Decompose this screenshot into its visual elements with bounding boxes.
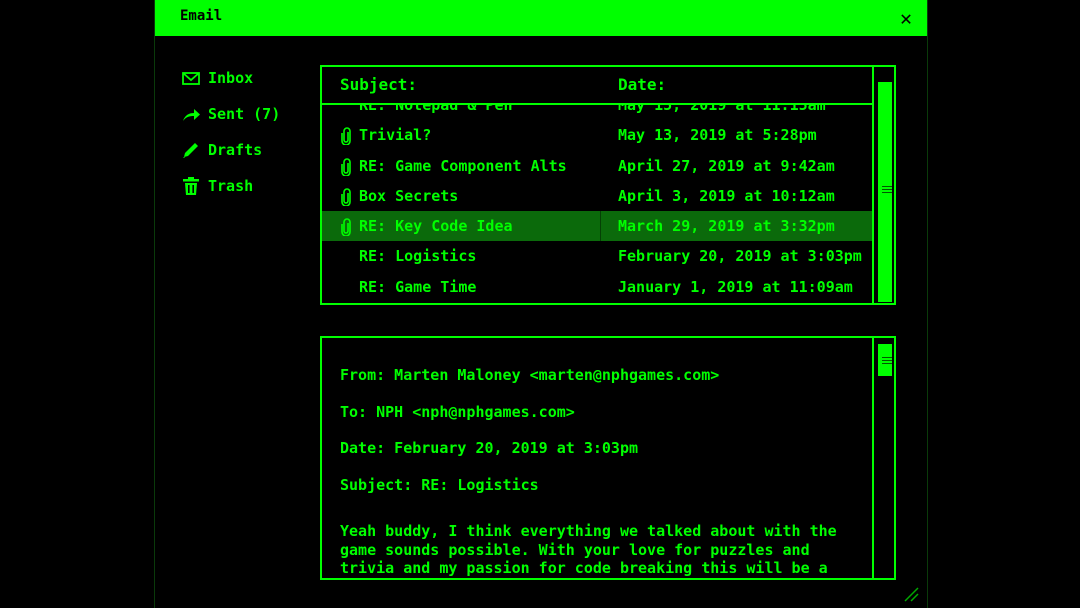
message-scrollbar[interactable] [872, 338, 894, 578]
sidebar-item-trash[interactable]: Trash [181, 168, 321, 204]
email-subject: Box Secrets [359, 186, 459, 205]
sidebar-item-label: Inbox [208, 69, 254, 87]
email-subject: RE: Logistics [359, 247, 477, 266]
sidebar-item-label: Sent (7) [208, 105, 281, 123]
message-preview: From: Marten Maloney <marten@nphgames.co… [320, 336, 896, 580]
grip-line [882, 363, 892, 364]
sidebar-item-label: Drafts [208, 141, 263, 159]
close-icon[interactable]: ✕ [895, 7, 917, 29]
email-list: Subject: Date: RE: Notepad & Pen May 15,… [320, 65, 896, 305]
subject-column-header[interactable]: Subject: [340, 75, 417, 94]
paperclip-icon [341, 188, 351, 206]
sidebar: Inbox Sent (7) Drafts Trash [181, 60, 321, 204]
sidebar-item-label: Trash [208, 177, 254, 195]
email-rows: RE: Notepad & Pen May 15, 2019 at 11:15a… [322, 90, 872, 302]
pencil-icon [183, 143, 198, 158]
list-scrollbar[interactable] [872, 67, 894, 303]
grip-line [882, 357, 892, 358]
message-scrollbar-thumb[interactable] [878, 344, 892, 376]
list-scrollbar-thumb[interactable] [878, 82, 892, 302]
date-column-header[interactable]: Date: [618, 75, 666, 94]
table-row-selected[interactable]: RE: Key Code Idea March 29, 2019 at 3:32… [322, 211, 872, 242]
email-subject: Trivial? [359, 126, 432, 145]
column-divider [600, 211, 601, 242]
grip-line [882, 189, 892, 190]
email-subject: RE: Game Time [359, 277, 477, 296]
message-body: Yeah buddy, I think everything we talked… [340, 522, 837, 577]
email-date: May 13, 2019 at 5:28pm [618, 126, 817, 145]
email-date: March 29, 2019 at 3:32pm [618, 217, 835, 236]
message-from: From: Marten Maloney <marten@nphgames.co… [340, 366, 720, 384]
list-header: Subject: Date: [322, 67, 872, 105]
email-date: April 27, 2019 at 9:42am [618, 156, 835, 175]
table-row[interactable]: Box Secrets April 3, 2019 at 10:12am [322, 181, 872, 211]
grip-line [882, 192, 892, 193]
email-date: April 3, 2019 at 10:12am [618, 186, 835, 205]
arrow-icon [183, 109, 200, 121]
grip-line [882, 360, 892, 361]
sidebar-item-inbox[interactable]: Inbox [181, 60, 321, 96]
window-title: Email [180, 8, 223, 24]
message-subject: Subject: RE: Logistics [340, 476, 539, 494]
paperclip-icon [341, 157, 351, 176]
table-row[interactable]: Trivial? May 13, 2019 at 5:28pm [322, 120, 872, 150]
email-date: January 1, 2019 at 11:09am [618, 277, 853, 296]
paperclip-icon [341, 127, 351, 146]
resize-handle-icon[interactable] [901, 584, 919, 602]
envelope-icon [182, 72, 200, 85]
message-to: To: NPH <nph@nphgames.com> [340, 403, 575, 421]
grip-line [882, 186, 892, 187]
email-date: February 20, 2019 at 3:03pm [618, 247, 862, 266]
table-row[interactable]: RE: Logistics February 20, 2019 at 3:03p… [322, 241, 872, 271]
title-bar[interactable]: Email ✕ [155, 0, 927, 36]
paperclip-icon [341, 218, 351, 237]
table-row[interactable]: RE: Game Component Alts April 27, 2019 a… [322, 151, 872, 181]
email-subject: RE: Key Code Idea [359, 217, 513, 236]
trash-icon [183, 177, 199, 195]
email-window: Email ✕ Inbox Sent (7) Drafts Trash Subj… [154, 0, 928, 608]
message-date: Date: February 20, 2019 at 3:03pm [340, 439, 639, 457]
sidebar-item-sent[interactable]: Sent (7) [181, 96, 321, 132]
email-subject: RE: Game Component Alts [359, 156, 567, 175]
sidebar-item-drafts[interactable]: Drafts [181, 132, 321, 168]
table-row[interactable]: RE: Game Time January 1, 2019 at 11:09am [322, 272, 872, 302]
